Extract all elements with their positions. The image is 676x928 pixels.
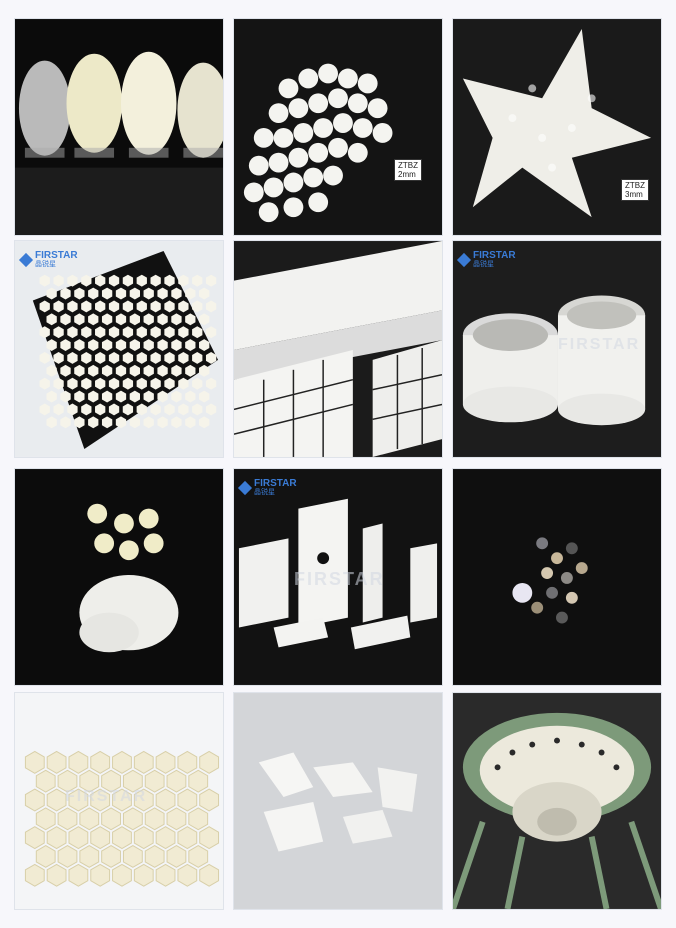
hex-tile: [188, 844, 209, 868]
hex-tile: [177, 750, 198, 774]
hex-tile: [144, 844, 165, 868]
hex-tile: [101, 807, 121, 831]
photo-grinding-balls-pile: [14, 468, 224, 686]
brand-logo: FIRSTAR 晶锐星: [18, 251, 78, 268]
hex-tile: [112, 863, 132, 887]
tag-size-text: 2mm: [398, 170, 416, 179]
tag-size-text: 3mm: [625, 190, 643, 199]
brand-logo: FIRSTAR 晶锐星: [456, 251, 516, 268]
hex-tile: [133, 863, 154, 887]
hex-tile: [79, 807, 100, 831]
brand-sub: 晶锐星: [473, 260, 494, 268]
hex-tile: [24, 863, 45, 887]
hex-tile: [199, 863, 220, 887]
hex-tile: [46, 826, 67, 850]
hex-tile: [112, 750, 132, 774]
hex-tile: [101, 844, 121, 868]
photo-ceramic-bricks: FIRSTAR 晶锐星 FIRSTAR: [233, 468, 443, 686]
hex-tile: [155, 788, 176, 812]
tag-text: ZTBZ: [398, 161, 418, 170]
hex-tile: [35, 807, 56, 831]
size-tag: ZTBZ 2mm: [394, 159, 422, 181]
hex-tile: [90, 863, 111, 887]
hex-tile: [24, 788, 45, 812]
photo-mixed-balls: [452, 468, 662, 686]
photo-hexagon-tile-mat: FIRSTAR 晶锐星: [14, 240, 224, 458]
hex-tile: [155, 826, 176, 850]
brand-sub: 晶锐星: [254, 488, 275, 496]
hex-tile: [188, 807, 209, 831]
hex-tile: [90, 750, 111, 774]
hex-tile: [79, 844, 100, 868]
hex-tile: [68, 863, 89, 887]
hex-tile: [133, 750, 154, 774]
brand-sub: 晶锐星: [35, 260, 56, 268]
watermark: FIRSTAR: [65, 788, 148, 805]
hex-tile: [68, 750, 89, 774]
product-photo-grid: ZTBZ 2mm ZTBZ 3mm FIRSTAR 晶锐星 FIRSTAR 晶锐…: [0, 0, 676, 928]
photo-lined-pipe: [452, 692, 662, 910]
photo-shaped-ceramic-parts: [233, 692, 443, 910]
hex-tile: [46, 863, 67, 887]
hex-tile: [199, 750, 220, 774]
photo-hexagon-tiles: FIRSTAR: [14, 692, 224, 910]
photo-ceramic-beads-jars: [14, 18, 224, 236]
hex-tile: [57, 844, 78, 868]
hex-tile: [57, 807, 78, 831]
hex-tile: [112, 826, 132, 850]
photo-white-balls-2mm: ZTBZ 2mm: [233, 18, 443, 236]
photo-white-balls-3mm: ZTBZ 3mm: [452, 18, 662, 236]
hex-tile: [35, 844, 56, 868]
hex-tile: [144, 769, 165, 793]
watermark: FIRSTAR: [558, 336, 641, 353]
hex-tile: [155, 750, 176, 774]
hex-tile: [166, 769, 187, 793]
photo-lined-plates: [233, 240, 443, 458]
hex-tile: [46, 750, 67, 774]
size-tag: ZTBZ 3mm: [621, 179, 649, 201]
hex-tile: [166, 807, 187, 831]
star-logo-icon: [237, 480, 253, 495]
hex-tile: [166, 844, 187, 868]
hex-tile: [155, 863, 176, 887]
hex-tile: [199, 788, 220, 812]
hex-tile: [90, 826, 111, 850]
hex-tile: [188, 769, 209, 793]
hex-tile: [122, 844, 143, 868]
hex-tile: [24, 826, 45, 850]
tag-text: ZTBZ: [625, 181, 645, 190]
hex-tile: [177, 826, 198, 850]
hex-tile: [35, 769, 56, 793]
hex-tile: [177, 788, 198, 812]
photo-ceramic-rings: FIRSTAR 晶锐星 FIRSTAR: [452, 240, 662, 458]
hex-tile: [68, 826, 89, 850]
hex-tile: [133, 826, 154, 850]
watermark: FIRSTAR: [294, 569, 385, 589]
hex-tile: [144, 807, 165, 831]
star-logo-icon: [456, 252, 472, 267]
hex-tile: [46, 788, 67, 812]
hex-tile: [24, 750, 45, 774]
hex-tile: [177, 863, 198, 887]
brand-logo: FIRSTAR 晶锐星: [237, 479, 297, 496]
hex-tile: [199, 826, 220, 850]
hex-tile: [122, 807, 143, 831]
star-logo-icon: [18, 252, 34, 267]
